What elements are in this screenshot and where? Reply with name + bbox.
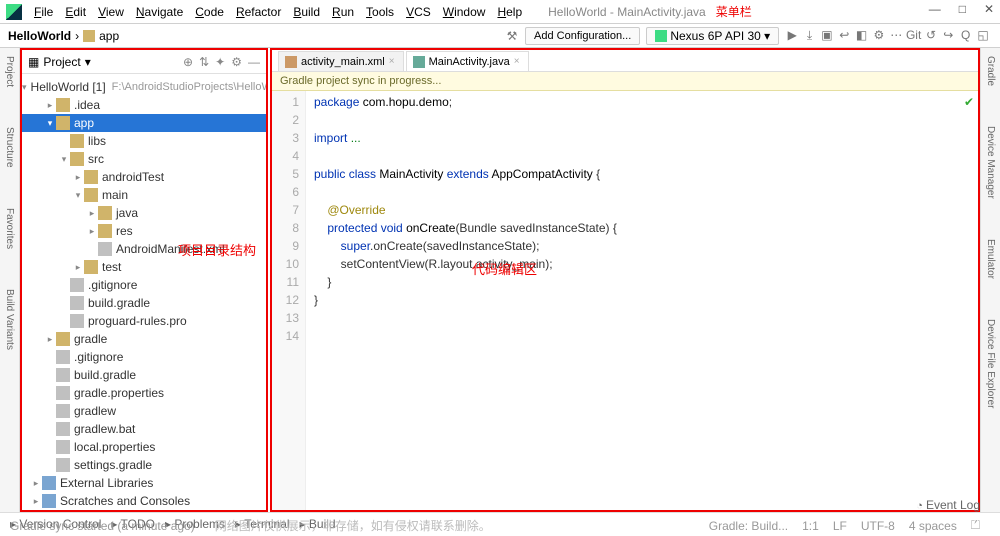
toolbar-icon[interactable]: ↩ [837,28,851,42]
tree-node[interactable]: ▾ src [22,150,266,168]
tree-node[interactable]: gradle.properties [22,384,266,402]
menu-view[interactable]: View [92,5,130,19]
menu-edit[interactable]: Edit [59,5,92,19]
tree-node[interactable]: proguard-rules.pro [22,312,266,330]
toolbar-icon[interactable]: ▶ [785,28,799,42]
tree-node[interactable]: ▸ test [22,258,266,276]
rail-device-manager[interactable]: Device Manager [985,126,996,199]
sidebar-annotation: 项目目录结构 [178,240,256,259]
left-tool-rail: Project Structure Favorites Build Variants [0,48,20,512]
sidebar-head-icon[interactable]: ✦ [215,55,225,69]
toolbar-icon[interactable]: Git [907,28,921,42]
toolbar-icon[interactable]: ↺ [924,28,938,42]
sidebar-head-icon[interactable]: ⚙ [231,55,242,69]
status-item[interactable]: 1:1 [802,519,819,533]
window-title: HelloWorld - MainActivity.java [548,5,706,19]
toolbar-icon[interactable]: ⋯ [889,28,903,42]
editor-annotation: 代码编辑区 [472,259,537,278]
toolbar-icon[interactable]: ↪ [941,28,955,42]
tree-node[interactable]: ▸ gradle [22,330,266,348]
sync-banner: Gradle project sync in progress... [272,72,978,91]
status-item[interactable]: LF [833,519,847,533]
tree-node[interactable]: gradlew.bat [22,420,266,438]
status-message: Gradle sync started (a minute ago) [10,519,195,533]
sidebar-head-icon[interactable]: ⇅ [199,55,209,69]
close-icon[interactable]: × [514,56,520,67]
menu-tools[interactable]: Tools [360,5,400,19]
tree-node[interactable]: .gitignore [22,348,266,366]
minimize-button[interactable]: — [929,2,941,16]
analysis-ok-icon: ✔ [964,95,974,109]
menu-file[interactable]: File [28,5,59,19]
status-item[interactable]: Gradle: Build... [709,519,788,533]
menu-run[interactable]: Run [326,5,360,19]
code-text[interactable]: package com.hopu.demo; import ... public… [306,91,978,510]
menu-code[interactable]: Code [189,5,230,19]
toolbar: HelloWorld › app ⚒ Add Configuration... … [0,24,1000,48]
tree-node[interactable]: ▾ app [22,114,266,132]
editor-tab[interactable]: MainActivity.java× [406,51,529,71]
device-selector[interactable]: Nexus 6P API 30 ▾ [646,27,779,45]
editor-area: activity_main.xml× MainActivity.java× Gr… [270,48,980,512]
sidebar-head-icon[interactable]: — [248,55,260,69]
tree-node[interactable]: .gitignore [22,276,266,294]
menu-build[interactable]: Build [287,5,326,19]
menu-help[interactable]: Help [491,5,528,19]
toolbar-icon[interactable]: ⚙ [872,28,886,42]
close-button[interactable]: ✕ [984,2,994,16]
menu-navigate[interactable]: Navigate [130,5,189,19]
editor-tabs: activity_main.xml× MainActivity.java× [272,50,978,72]
tree-node[interactable]: ▸ androidTest [22,168,266,186]
toolbar-icon[interactable]: ⤓ [803,29,817,43]
toolbar-icon[interactable]: Q [959,28,973,42]
menu-window[interactable]: Window [437,5,492,19]
tree-node[interactable]: ▸ .idea [22,96,266,114]
tree-node[interactable]: libs [22,132,266,150]
menu-refactor[interactable]: Refactor [230,5,287,19]
rail-project[interactable]: Project [4,56,15,87]
status-item[interactable]: ⏍ [971,518,980,533]
project-title: Project [43,55,80,69]
rail-structure[interactable]: Structure [4,127,15,168]
status-item[interactable]: 4 spaces [909,519,957,533]
close-icon[interactable]: × [389,56,395,67]
rail-device-file-explorer[interactable]: Device File Explorer [985,319,996,408]
tree-node[interactable]: settings.gradle [22,456,266,474]
tree-node[interactable]: ▸ res [22,222,266,240]
toolbar-icon[interactable]: ◱ [976,28,990,42]
sidebar-head-icon[interactable]: ⊕ [183,55,193,69]
line-gutter: 1234567891011121314 [272,91,306,510]
breadcrumb: HelloWorld › app [0,29,127,43]
menu-bar: FileEditViewNavigateCodeRefactorBuildRun… [0,0,1000,24]
toolbar-icon[interactable]: ▣ [820,28,834,42]
menu-vcs[interactable]: VCS [400,5,437,19]
tree-node[interactable]: build.gradle [22,366,266,384]
tree-node[interactable]: ▸ java [22,204,266,222]
status-item[interactable]: UTF-8 [861,519,895,533]
toolbar-icon[interactable]: ◧ [855,28,869,42]
rail-favorites[interactable]: Favorites [4,208,15,249]
rail-build-variants[interactable]: Build Variants [4,289,15,350]
tree-node[interactable]: ▾ main [22,186,266,204]
tree-node[interactable]: local.properties [22,438,266,456]
rail-gradle[interactable]: Gradle [985,56,996,86]
hammer-icon[interactable]: ⚒ [505,29,519,43]
app-logo-icon [6,4,22,20]
tree-node[interactable]: build.gradle [22,294,266,312]
right-tool-rail: Gradle Device Manager Emulator Device File … [980,48,1000,512]
project-sidebar: ▦Project▾ ⊕⇅✦⚙— ▾ HelloWorld [1]F:\Andro… [20,48,268,512]
menu-annotation: 菜单栏 [716,3,752,20]
event-log-button[interactable]: ◔ Event Log [916,498,980,512]
editor-tab[interactable]: activity_main.xml× [278,51,404,71]
add-configuration-button[interactable]: Add Configuration... [525,27,640,45]
tree-node[interactable]: ▸ Scratches and Consoles [22,492,266,510]
tree-node[interactable]: ▾ HelloWorld [1]F:\AndroidStudioProjects… [22,78,266,96]
tree-node[interactable]: ▸ External Libraries [22,474,266,492]
maximize-button[interactable]: □ [959,2,966,16]
tree-node[interactable]: gradlew [22,402,266,420]
project-tree[interactable]: ▾ HelloWorld [1]F:\AndroidStudioProjects… [22,74,266,510]
rail-emulator[interactable]: Emulator [985,239,996,279]
